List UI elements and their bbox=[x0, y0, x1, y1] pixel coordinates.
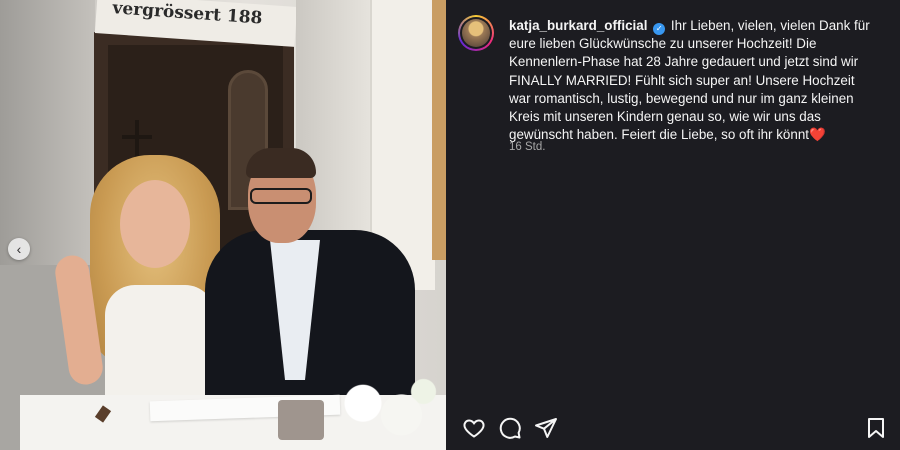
author-avatar[interactable] bbox=[458, 15, 494, 51]
groom-glasses bbox=[250, 188, 312, 204]
author-username[interactable]: katja_burkard_official bbox=[509, 18, 647, 33]
photo-ring-box bbox=[278, 400, 324, 440]
chevron-left-icon: ‹ bbox=[16, 241, 22, 257]
heart-icon bbox=[463, 419, 485, 438]
post-caption: katja_burkard_official ✓ Ihr Lieben, vie… bbox=[509, 17, 879, 144]
carousel-prev-button[interactable]: ‹ bbox=[8, 238, 30, 260]
groom-hair bbox=[246, 148, 316, 178]
heart-emoji: ❤️ bbox=[809, 127, 826, 143]
caption-text: Ihr Lieben, vielen, vielen Dank für eure… bbox=[509, 18, 870, 143]
bride-dress bbox=[105, 285, 215, 405]
share-button[interactable] bbox=[534, 416, 558, 440]
photo-flowers bbox=[330, 372, 440, 450]
photo-cross-bar bbox=[122, 135, 152, 139]
bride-face bbox=[120, 180, 190, 268]
save-button[interactable] bbox=[864, 416, 888, 440]
comment-button[interactable] bbox=[498, 416, 522, 440]
post-actions bbox=[462, 416, 888, 442]
bookmark-icon bbox=[868, 418, 884, 438]
post-timestamp[interactable]: 16 Std. bbox=[509, 141, 545, 153]
avatar-border bbox=[460, 17, 492, 49]
send-icon bbox=[535, 418, 557, 438]
like-button[interactable] bbox=[462, 416, 486, 440]
photo-wood-beam bbox=[432, 0, 446, 260]
verified-badge-icon: ✓ bbox=[653, 23, 666, 35]
comment-icon bbox=[499, 417, 521, 439]
post-side-panel: katja_burkard_official ✓ Ihr Lieben, vie… bbox=[446, 0, 900, 450]
avatar-image bbox=[462, 19, 490, 47]
post-photo[interactable]: vergrössert 188 ‹ bbox=[0, 0, 446, 450]
